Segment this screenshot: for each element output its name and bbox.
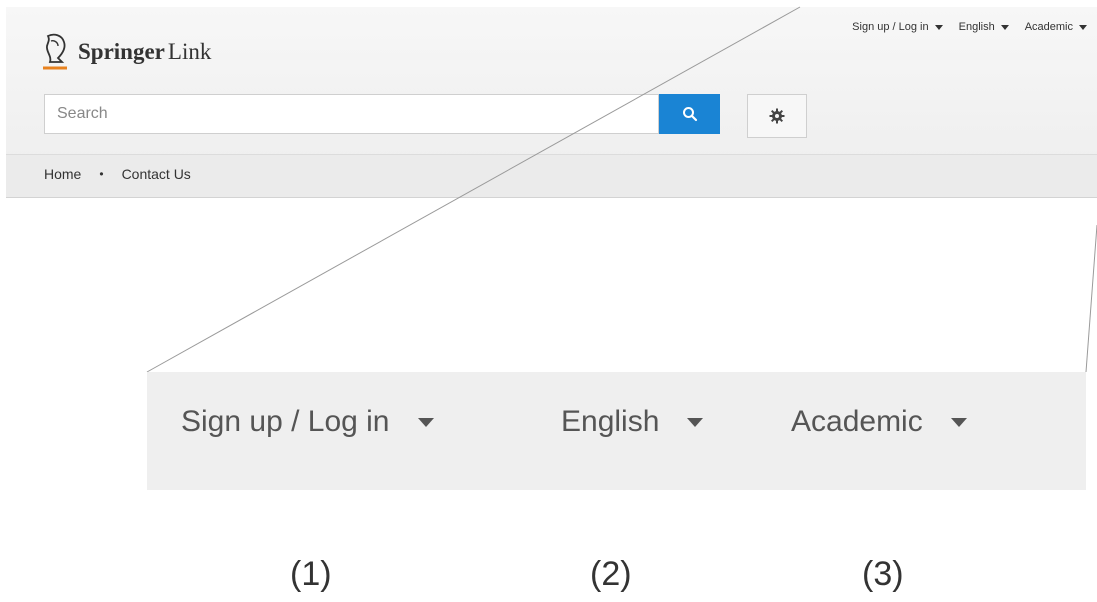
annotation-number-3: (3) [862, 555, 904, 593]
annotation-number-1: (1) [290, 555, 332, 593]
zoomed-signup-login-menu[interactable]: Sign up / Log in [181, 405, 434, 439]
edition-menu[interactable]: Academic [1025, 21, 1087, 33]
search-bar [44, 94, 720, 134]
caret-down-icon [934, 24, 943, 30]
springer-link-logo[interactable]: Springer Link [40, 29, 211, 75]
zoomed-language-menu[interactable]: English [561, 405, 704, 439]
home-link[interactable]: Home [44, 166, 81, 182]
edition-label: Academic [1024, 21, 1073, 33]
logo-product: Link [167, 39, 212, 64]
caret-down-icon [1079, 24, 1087, 30]
language-menu[interactable]: English [959, 21, 1009, 33]
caret-down-icon [687, 417, 704, 427]
search-icon [682, 107, 697, 122]
horse-logo-icon [43, 33, 67, 70]
site-header: Springer Link Sign up / Log in English Ac… [6, 7, 1097, 198]
breadcrumb-separator: • [99, 167, 104, 181]
zoomed-edition-menu[interactable]: Academic [791, 405, 967, 439]
annotation-number-2: (2) [590, 555, 632, 593]
caret-down-icon [950, 417, 967, 427]
zoomed-edition-label: Academic [791, 405, 923, 438]
logo-text: Springer Link [78, 39, 211, 65]
settings-button[interactable] [747, 94, 807, 138]
signup-login-label: Sign up / Log in [852, 21, 929, 33]
top-links: Sign up / Log in English Academic [852, 21, 1087, 33]
zoomed-top-links: Sign up / Log in English Academic [147, 372, 1086, 490]
caret-down-icon [417, 417, 434, 427]
zoomed-language-label: English [561, 405, 660, 438]
zoomed-signup-login-label: Sign up / Log in [181, 405, 390, 438]
gear-icon [769, 108, 785, 124]
logo-brand: Springer [78, 39, 165, 64]
zoom-line-right [1085, 224, 1097, 373]
signup-login-menu[interactable]: Sign up / Log in [852, 21, 943, 33]
language-label: English [958, 21, 995, 33]
caret-down-icon [1000, 24, 1009, 30]
contact-us-link[interactable]: Contact Us [122, 166, 191, 182]
breadcrumb: Home • Contact Us [44, 166, 191, 182]
search-input[interactable] [44, 94, 659, 134]
search-button[interactable] [659, 94, 720, 134]
